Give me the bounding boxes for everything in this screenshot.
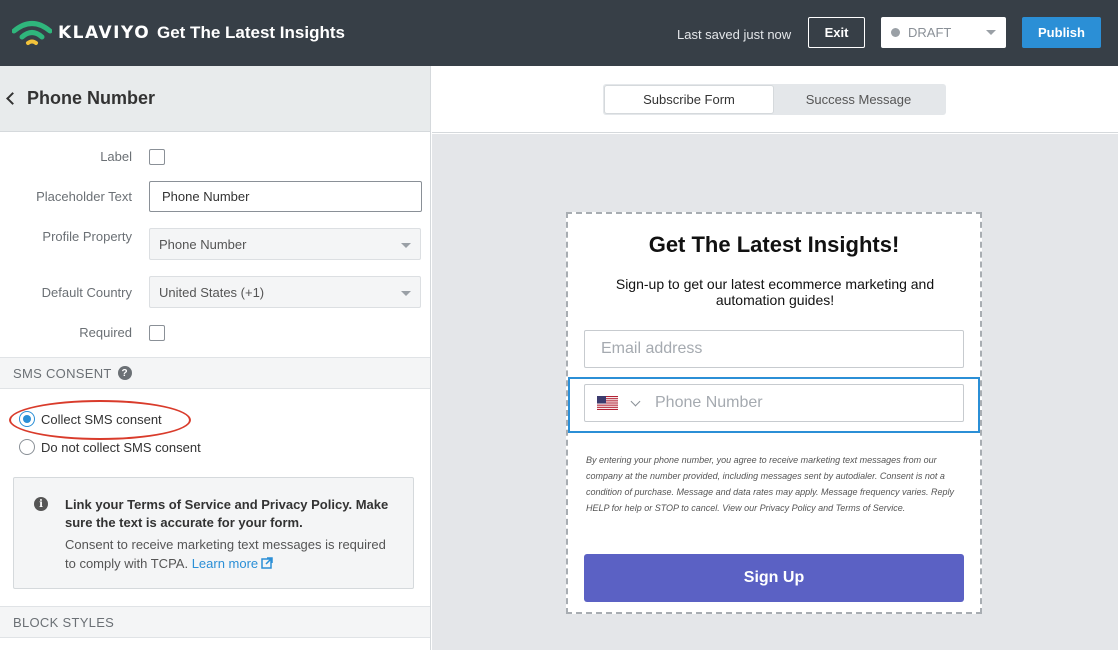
exit-button[interactable]: Exit <box>808 17 865 48</box>
form-title[interactable]: Get The Latest Insights! <box>568 232 980 258</box>
phone-placeholder: Phone Number <box>655 394 763 411</box>
brand-name: KLAVIYO <box>58 23 151 43</box>
required-checkbox[interactable] <box>149 325 165 341</box>
block-styles-section-header[interactable]: BLOCK STYLES <box>0 606 430 638</box>
caret-down-icon <box>401 291 411 296</box>
radio-label: Do not collect SMS consent <box>41 439 201 455</box>
save-status: Last saved just now <box>677 27 792 42</box>
publish-button[interactable]: Publish <box>1022 17 1101 48</box>
form-subtitle[interactable]: Sign-up to get our latest ecommerce mark… <box>604 276 946 308</box>
sms-consent-heading: SMS CONSENT <box>13 365 112 381</box>
default-country-select[interactable]: United States (+1) <box>149 276 421 308</box>
profile-property-select[interactable]: Phone Number <box>149 228 421 260</box>
radio-label: Collect SMS consent <box>41 411 162 427</box>
top-bar: KLAVIYO Get The Latest Insights Last sav… <box>0 0 1118 66</box>
status-dot-icon <box>891 28 900 37</box>
status-dropdown[interactable]: DRAFT <box>881 17 1006 48</box>
placeholder-text-value: Phone Number <box>162 189 250 204</box>
email-field[interactable]: Email address <box>584 330 964 368</box>
learn-more-link[interactable]: Learn more <box>192 556 273 571</box>
sms-disclaimer-text[interactable]: By entering your phone number, you agree… <box>586 452 966 516</box>
label-checkbox[interactable] <box>149 149 165 165</box>
form-name-title[interactable]: Get The Latest Insights <box>157 23 345 43</box>
klaviyo-wifi-icon <box>12 21 52 45</box>
default-country-value: United States (+1) <box>159 284 265 300</box>
signup-form-preview[interactable]: Get The Latest Insights! Sign-up to get … <box>566 212 982 614</box>
preview-tabs: Subscribe Form Success Message <box>603 84 946 115</box>
default-country-label: Default Country <box>41 285 132 300</box>
sign-up-button[interactable]: Sign Up <box>584 554 964 602</box>
radio-selected[interactable] <box>19 411 35 427</box>
external-link-icon <box>261 557 273 569</box>
profile-property-label: Profile Property <box>42 229 132 244</box>
settings-panel: Phone Number Label Placeholder Text Phon… <box>0 66 431 650</box>
collect-sms-consent-option[interactable]: Collect SMS consent <box>19 411 162 427</box>
profile-property-value: Phone Number <box>159 236 247 252</box>
chevron-down-icon[interactable] <box>630 396 641 406</box>
placeholder-field-label: Placeholder Text <box>36 189 132 204</box>
chevron-left-icon[interactable] <box>6 92 19 105</box>
status-value: DRAFT <box>908 25 952 40</box>
info-heading: Link your Terms of Service and Privacy P… <box>65 497 389 530</box>
help-icon[interactable]: ? <box>117 366 132 380</box>
block-styles-heading: BLOCK STYLES <box>13 614 115 630</box>
phone-number-field[interactable]: Phone Number <box>584 384 964 422</box>
tcpa-info-box: i Link your Terms of Service and Privacy… <box>13 477 414 589</box>
tab-subscribe-form[interactable]: Subscribe Form <box>605 86 773 113</box>
caret-down-icon <box>401 243 411 248</box>
required-label: Required <box>79 325 132 340</box>
klaviyo-logo[interactable]: KLAVIYO <box>12 18 150 48</box>
email-placeholder: Email address <box>601 340 703 357</box>
preview-toolbar: Subscribe Form Success Message <box>432 66 1118 133</box>
tab-success-message[interactable]: Success Message <box>773 86 944 113</box>
us-flag-icon[interactable] <box>597 396 618 410</box>
sms-consent-section-header[interactable]: SMS CONSENT ? <box>0 357 430 389</box>
caret-down-icon <box>986 30 996 35</box>
panel-title: Phone Number <box>27 88 156 108</box>
learn-more-label: Learn more <box>191 556 259 571</box>
no-sms-consent-option[interactable]: Do not collect SMS consent <box>19 439 201 455</box>
info-icon: i <box>34 497 48 511</box>
placeholder-text-input[interactable]: Phone Number <box>149 181 422 212</box>
info-body: Consent to receive marketing text messag… <box>65 535 395 573</box>
panel-header: Phone Number <box>0 66 430 132</box>
radio-unselected[interactable] <box>19 439 35 455</box>
label-field-label: Label <box>100 149 132 164</box>
